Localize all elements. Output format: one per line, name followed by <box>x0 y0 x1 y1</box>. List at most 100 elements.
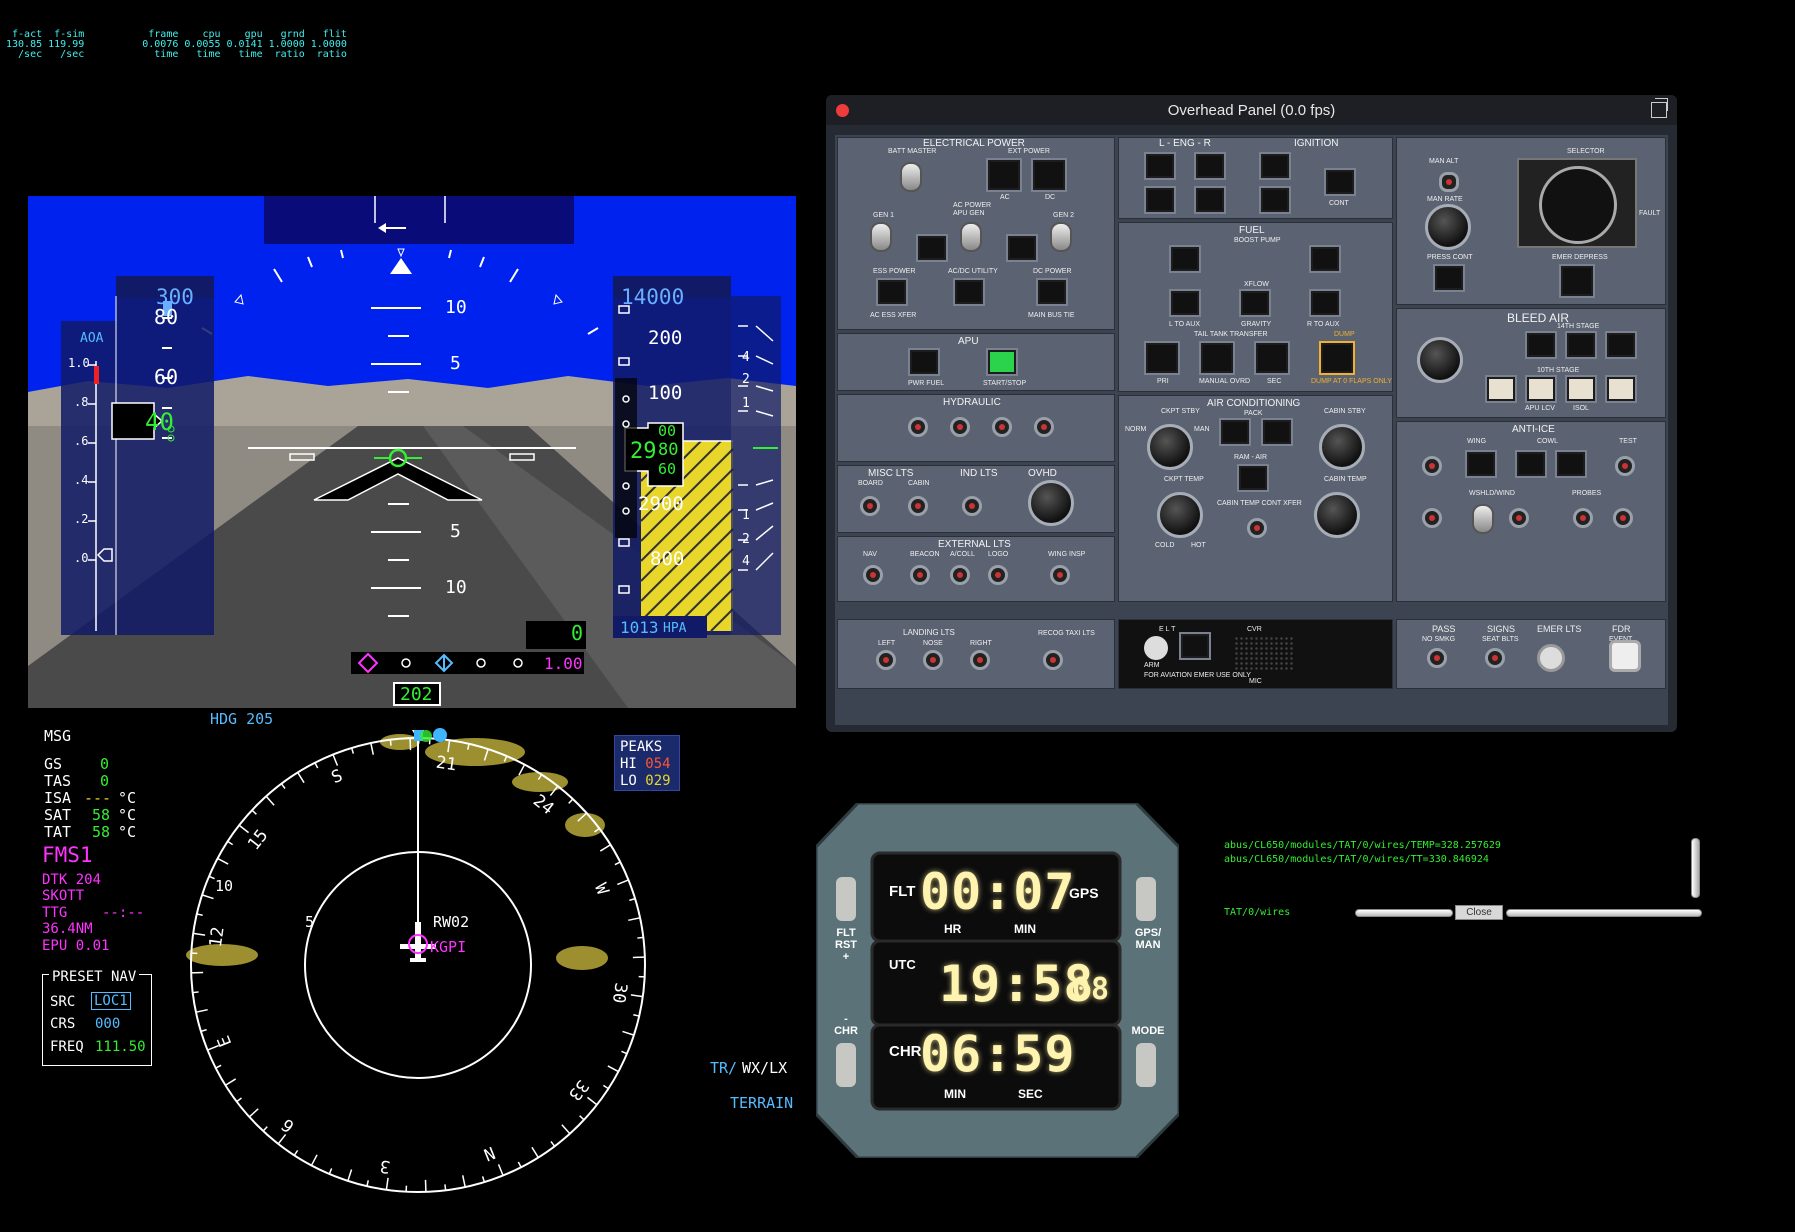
dataref-filter[interactable]: TAT/0/wires <box>1224 907 1290 918</box>
chr-label: CHR <box>889 1043 922 1060</box>
tail-sec-button[interactable] <box>1254 341 1290 375</box>
cabin-temp-knob[interactable] <box>1314 492 1360 538</box>
recog-taxi-switch[interactable] <box>1043 650 1063 670</box>
ignition-cont[interactable] <box>1324 168 1356 196</box>
aircon-title: AIR CONDITIONING <box>1207 398 1301 409</box>
man-alt-switch[interactable] <box>1439 172 1459 192</box>
hyd-switch-3[interactable] <box>992 417 1012 437</box>
ext-ac-button[interactable] <box>986 158 1022 192</box>
acoll-switch[interactable] <box>950 565 970 585</box>
r-to-aux-button[interactable] <box>1309 289 1341 317</box>
wshld-test-switch[interactable] <box>1472 504 1494 534</box>
boost-pump-l[interactable] <box>1169 245 1201 273</box>
ignition-b[interactable] <box>1259 186 1291 214</box>
logo-switch[interactable] <box>988 565 1008 585</box>
eng-r-start-a[interactable] <box>1194 152 1226 180</box>
window-titlebar[interactable]: Overhead Panel (0.0 fps) <box>826 95 1677 125</box>
gps-man-button-label[interactable]: GPS/ MAN <box>1126 927 1170 951</box>
apu-pwr-fuel-button[interactable] <box>908 348 940 376</box>
main-bus-tie-button[interactable] <box>1036 278 1068 306</box>
nav-lights-switch[interactable] <box>863 565 883 585</box>
terrain-tr-label: TR/ <box>710 1059 738 1077</box>
cabin-switch[interactable] <box>908 496 928 516</box>
apu-start-stop-button[interactable] <box>986 348 1018 376</box>
cowl-r-button[interactable] <box>1555 450 1587 478</box>
pack-l-button[interactable] <box>1219 418 1251 446</box>
cowl-l-button[interactable] <box>1515 450 1547 478</box>
14th-stage-r[interactable] <box>1605 331 1637 359</box>
bleed-selector-knob[interactable] <box>1417 337 1463 383</box>
filter-slider-right[interactable] <box>1506 909 1702 917</box>
gen1-button[interactable] <box>916 234 948 262</box>
landing-right-switch[interactable] <box>970 650 990 670</box>
hyd-switch-2[interactable] <box>950 417 970 437</box>
elt-switch[interactable] <box>1144 636 1168 660</box>
ind-lts-switch[interactable] <box>962 496 982 516</box>
anti-ice-test-switch[interactable] <box>1615 456 1635 476</box>
no-smoking-switch[interactable] <box>1427 648 1447 668</box>
fdr-event-button[interactable] <box>1609 640 1641 672</box>
ext-dc-button[interactable] <box>1031 158 1067 192</box>
pack-r-button[interactable] <box>1261 418 1293 446</box>
fuel-dump-button[interactable] <box>1319 341 1355 375</box>
tail-pri-button[interactable] <box>1144 341 1180 375</box>
10th-stage-r[interactable] <box>1605 375 1637 403</box>
10th-isol-button[interactable] <box>1565 375 1597 403</box>
probes-r-switch[interactable] <box>1613 508 1633 528</box>
batt-master-switch[interactable] <box>900 162 922 192</box>
wing-insp-switch[interactable] <box>1050 565 1070 585</box>
seatbelt-switch[interactable] <box>1485 648 1505 668</box>
man-rate-knob[interactable] <box>1425 204 1471 250</box>
14th-stage-isol[interactable] <box>1565 331 1597 359</box>
mode-button-label[interactable]: MODE <box>1126 1025 1170 1037</box>
close-button[interactable]: Close <box>1455 905 1503 920</box>
eng-l-start-a[interactable] <box>1144 152 1176 180</box>
probes-l-switch[interactable] <box>1573 508 1593 528</box>
emer-depress-button[interactable] <box>1559 264 1595 298</box>
elt-button[interactable] <box>1179 632 1211 660</box>
apu-gen-button[interactable] <box>1006 234 1038 262</box>
apu-lcv-button[interactable] <box>1525 375 1557 403</box>
ckpt-temp-knob[interactable] <box>1157 492 1203 538</box>
close-window-icon[interactable] <box>836 104 849 117</box>
boost-pump-r[interactable] <box>1309 245 1341 273</box>
landing-left-switch[interactable] <box>876 650 896 670</box>
popout-window-icon[interactable] <box>1651 98 1668 118</box>
gravity-button[interactable] <box>1239 289 1271 317</box>
ovhd-dimmer-knob[interactable] <box>1028 480 1074 526</box>
board-switch[interactable] <box>860 496 880 516</box>
10th-stage-l[interactable] <box>1485 375 1517 403</box>
beacon-switch[interactable] <box>910 565 930 585</box>
apu-gen-switch[interactable] <box>960 222 982 252</box>
ram-air-button[interactable] <box>1237 464 1269 492</box>
press-cont-button[interactable] <box>1433 264 1465 292</box>
filter-slider-left[interactable] <box>1355 909 1453 917</box>
anti-ice-stby-switch[interactable] <box>1422 456 1442 476</box>
14th-stage-l[interactable] <box>1525 331 1557 359</box>
acdc-utility-button[interactable] <box>953 278 985 306</box>
eng-l-start-b[interactable] <box>1144 186 1176 214</box>
wing-ai-button[interactable] <box>1465 450 1497 478</box>
vertical-scrollbar[interactable] <box>1691 838 1700 898</box>
landing-nose-switch[interactable] <box>923 650 943 670</box>
ignition-a[interactable] <box>1259 152 1291 180</box>
cvr-speaker <box>1234 636 1294 672</box>
src-value[interactable]: LOC1 <box>91 992 131 1010</box>
temp-xfer-switch[interactable] <box>1247 518 1267 538</box>
cabin-stby-knob[interactable] <box>1319 424 1365 470</box>
gen2-switch[interactable] <box>1050 222 1072 252</box>
wing-ai-label: WING <box>1467 438 1487 445</box>
tail-manual-button[interactable] <box>1199 341 1235 375</box>
wshld-l-switch[interactable] <box>1422 508 1442 528</box>
ac-ess-xfer-button[interactable] <box>876 278 908 306</box>
flt-rst-button-label[interactable]: FLT RST + <box>828 927 864 963</box>
hyd-switch-1[interactable] <box>908 417 928 437</box>
chr-button-label[interactable]: - CHR <box>828 1013 864 1037</box>
wshld-r-switch[interactable] <box>1509 508 1529 528</box>
gen1-switch[interactable] <box>870 222 892 252</box>
emer-lts-switch[interactable] <box>1537 644 1565 672</box>
eng-r-start-b[interactable] <box>1194 186 1226 214</box>
hyd-switch-4[interactable] <box>1034 417 1054 437</box>
ckpt-stby-knob[interactable] <box>1147 424 1193 470</box>
l-to-aux-button[interactable] <box>1169 289 1201 317</box>
